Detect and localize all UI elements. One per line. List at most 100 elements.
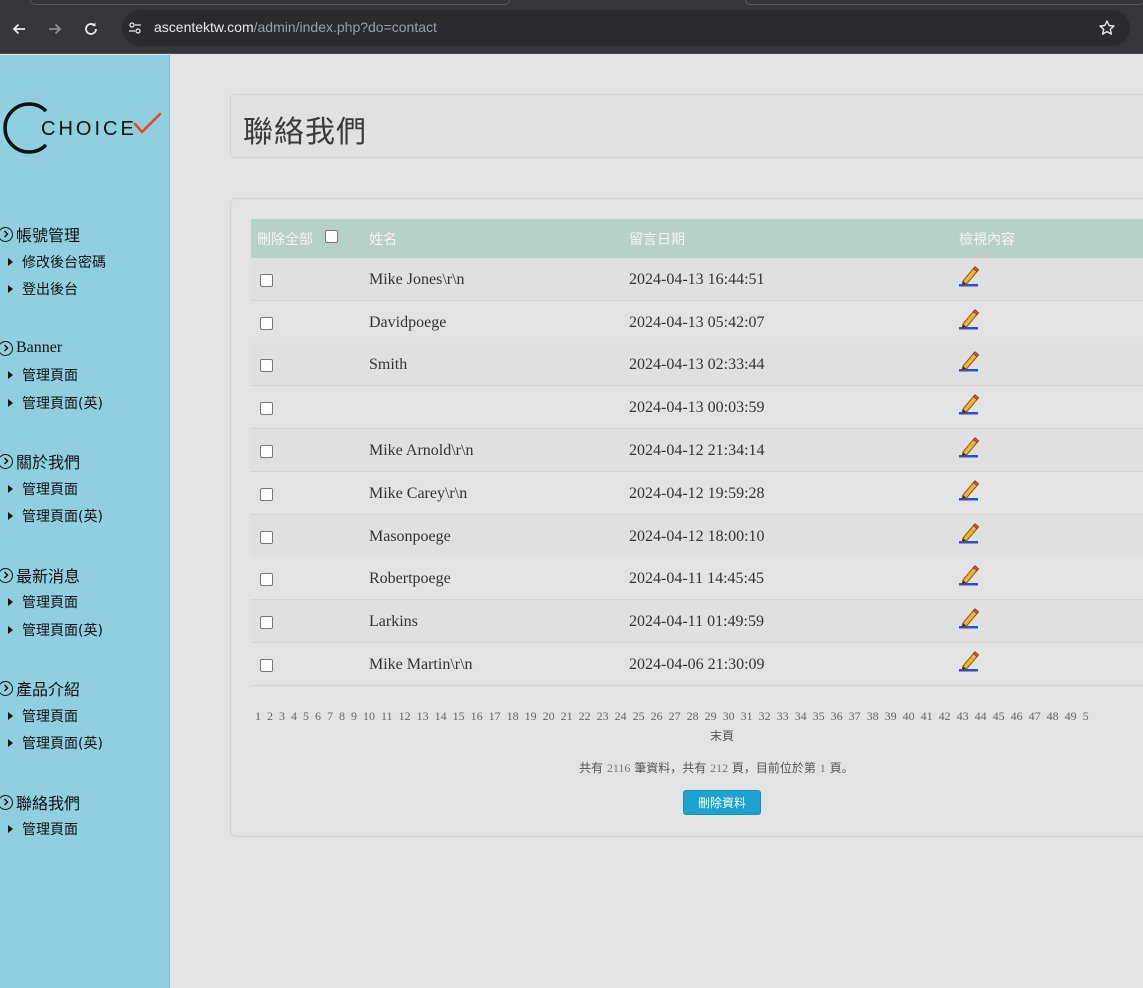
page-link[interactable]: 26 <box>651 709 663 723</box>
page-link[interactable]: 22 <box>579 709 591 723</box>
row-checkbox[interactable] <box>260 359 273 372</box>
page-link[interactable]: 8 <box>339 709 345 723</box>
page-link[interactable]: 15 <box>453 709 465 723</box>
menu-item-label: 管理頁面(英) <box>22 509 103 525</box>
menu-group-title[interactable]: 聯絡我們 <box>0 791 80 813</box>
menu-item-products-manage-en[interactable]: 管理頁面(英) <box>8 733 103 753</box>
page-link[interactable]: 39 <box>885 709 897 723</box>
page-link[interactable]: 29 <box>705 709 717 723</box>
page-link[interactable]: 49 <box>1065 709 1077 723</box>
row-checkbox[interactable] <box>260 274 273 287</box>
page-link[interactable]: 40 <box>903 709 915 723</box>
page-link[interactable]: 32 <box>759 709 771 723</box>
page-link[interactable]: 23 <box>597 709 609 723</box>
row-checkbox[interactable] <box>260 488 273 501</box>
edit-pencil-icon[interactable] <box>958 564 980 588</box>
page-link[interactable]: 46 <box>1011 709 1023 723</box>
page-link[interactable]: 10 <box>363 709 375 723</box>
row-checkbox[interactable] <box>260 402 273 415</box>
edit-pencil-icon[interactable] <box>958 607 980 631</box>
sidebar: CHOICE 帳號管理 修改後台密碼 登出後台 Banner 管理頁面 管理頁面… <box>0 55 170 988</box>
menu-group-title[interactable]: 最新消息 <box>0 564 80 586</box>
menu-item-banner-manage[interactable]: 管理頁面 <box>8 365 78 385</box>
edit-pencil-icon[interactable] <box>958 522 980 546</box>
delete-button[interactable]: 刪除資料 <box>683 790 761 815</box>
menu-item-banner-manage-en[interactable]: 管理頁面(英) <box>8 393 103 413</box>
edit-pencil-icon[interactable] <box>958 479 980 503</box>
page-link[interactable]: 17 <box>489 709 501 723</box>
edit-pencil-icon[interactable] <box>958 308 980 332</box>
address-bar[interactable]: ascentektw.com/admin/index.php?do=contac… <box>122 10 1130 46</box>
page-link[interactable]: 21 <box>561 709 573 723</box>
page-link[interactable]: 25 <box>633 709 645 723</box>
page-link[interactable]: 5 <box>1083 709 1089 723</box>
row-checkbox[interactable] <box>260 659 273 672</box>
page-link[interactable]: 9 <box>351 709 357 723</box>
page-link[interactable]: 18 <box>507 709 519 723</box>
page-link[interactable]: 2 <box>267 709 273 723</box>
page-link[interactable]: 44 <box>975 709 987 723</box>
page-link[interactable]: 20 <box>543 709 555 723</box>
forward-button[interactable] <box>43 17 67 41</box>
edit-pencil-icon[interactable] <box>958 436 980 460</box>
page-link[interactable]: 7 <box>327 709 333 723</box>
row-checkbox[interactable] <box>260 445 273 458</box>
cell-date: 2024-04-11 14:45:45 <box>629 570 764 587</box>
page-link[interactable]: 47 <box>1029 709 1041 723</box>
page-link[interactable]: 4 <box>291 709 297 723</box>
menu-item-logout[interactable]: 登出後台 <box>8 279 78 299</box>
page-link[interactable]: 31 <box>741 709 753 723</box>
last-page-link[interactable]: 末頁 <box>710 727 734 744</box>
page-link[interactable]: 34 <box>795 709 807 723</box>
page-link[interactable]: 45 <box>993 709 1005 723</box>
page-link[interactable]: 33 <box>777 709 789 723</box>
page-link[interactable]: 35 <box>813 709 825 723</box>
row-checkbox[interactable] <box>260 317 273 330</box>
reload-button[interactable] <box>79 17 103 41</box>
menu-item-news-manage-en[interactable]: 管理頁面(英) <box>8 620 103 640</box>
page-link[interactable]: 5 <box>303 709 309 723</box>
page-link[interactable]: 30 <box>723 709 735 723</box>
page-link[interactable]: 13 <box>417 709 429 723</box>
menu-item-change-password[interactable]: 修改後台密碼 <box>8 252 106 272</box>
page-link[interactable]: 16 <box>471 709 483 723</box>
page-link[interactable]: 41 <box>921 709 933 723</box>
edit-pencil-icon[interactable] <box>958 393 980 417</box>
page-link[interactable]: 36 <box>831 709 843 723</box>
menu-item-products-manage[interactable]: 管理頁面 <box>8 706 78 726</box>
menu-item-about-manage[interactable]: 管理頁面 <box>8 479 78 499</box>
menu-group-title[interactable]: 關於我們 <box>0 450 80 472</box>
select-all-checkbox[interactable] <box>325 230 338 243</box>
bookmark-star-icon[interactable] <box>1098 19 1116 37</box>
page-link[interactable]: 43 <box>957 709 969 723</box>
edit-pencil-icon[interactable] <box>958 650 980 674</box>
menu-group-title[interactable]: 產品介紹 <box>0 677 80 699</box>
menu-item-about-manage-en[interactable]: 管理頁面(英) <box>8 506 103 526</box>
back-button[interactable] <box>7 17 31 41</box>
page-link[interactable]: 1 <box>255 709 261 723</box>
page-link[interactable]: 27 <box>669 709 681 723</box>
page-link[interactable]: 19 <box>525 709 537 723</box>
edit-pencil-icon[interactable] <box>958 265 980 289</box>
row-checkbox[interactable] <box>260 573 273 586</box>
page-link[interactable]: 3 <box>279 709 285 723</box>
page-link[interactable]: 6 <box>315 709 321 723</box>
page-link[interactable]: 14 <box>435 709 447 723</box>
page-link[interactable]: 42 <box>939 709 951 723</box>
page-link[interactable]: 28 <box>687 709 699 723</box>
row-checkbox[interactable] <box>260 616 273 629</box>
page-link[interactable]: 12 <box>399 709 411 723</box>
page-link[interactable]: 11 <box>381 709 393 723</box>
page-link[interactable]: 24 <box>615 709 627 723</box>
row-checkbox[interactable] <box>260 531 273 544</box>
menu-group-title[interactable]: 帳號管理 <box>0 223 80 245</box>
edit-pencil-icon[interactable] <box>958 350 980 374</box>
page-link[interactable]: 38 <box>867 709 879 723</box>
menu-item-news-manage[interactable]: 管理頁面 <box>8 592 78 612</box>
page-link[interactable]: 37 <box>849 709 861 723</box>
site-settings-icon[interactable] <box>128 21 142 35</box>
menu-group-title[interactable]: Banner <box>0 337 62 359</box>
url-text[interactable]: ascentektw.com/admin/index.php?do=contac… <box>154 19 437 35</box>
page-link[interactable]: 48 <box>1047 709 1059 723</box>
menu-item-contact-manage[interactable]: 管理頁面 <box>8 819 78 839</box>
